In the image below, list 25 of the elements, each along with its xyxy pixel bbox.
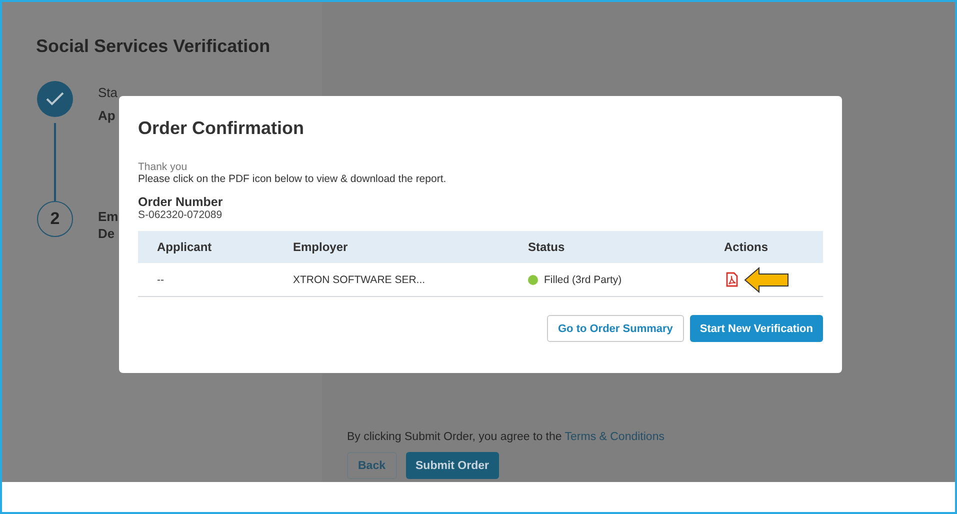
status-text: Filled (3rd Party) bbox=[544, 274, 622, 286]
step-detail: De bbox=[98, 226, 116, 241]
step-number: 2 bbox=[37, 201, 73, 237]
instruction-text: Please click on the PDF icon below to view & download the report. bbox=[138, 173, 448, 185]
order-number-label: Order Number bbox=[138, 195, 224, 209]
column-header: Applicant bbox=[156, 240, 213, 254]
step-label: Em bbox=[98, 209, 118, 224]
thanks-text: Thank you bbox=[138, 161, 188, 173]
page-title: Social Services Verification bbox=[36, 36, 272, 57]
order-number: S-062320-072089 bbox=[138, 209, 224, 221]
column-header: Actions bbox=[724, 240, 770, 254]
column-header: Status bbox=[528, 240, 566, 254]
back-button[interactable]: Back bbox=[347, 452, 396, 479]
start-verification-button[interactable]: Start New Verification bbox=[690, 315, 823, 342]
terms-text: By clicking Submit Order, you agree to the Terms & Conditions bbox=[347, 431, 666, 443]
column-header: Employer bbox=[293, 240, 349, 254]
step-detail: Ap bbox=[98, 108, 116, 123]
table-cell-text: -- bbox=[156, 274, 165, 286]
pdf-icon[interactable] bbox=[726, 272, 738, 287]
table-cell-text: XTRON SOFTWARE SER... bbox=[293, 274, 426, 286]
submit-button[interactable]: Submit Order bbox=[406, 452, 499, 479]
dialog-title: Order Confirmation bbox=[138, 118, 306, 139]
order-summary-button[interactable]: Go to Order Summary bbox=[546, 315, 684, 342]
step-label: Sta bbox=[98, 85, 118, 100]
terms-link[interactable]: Terms & Conditions bbox=[564, 431, 664, 443]
